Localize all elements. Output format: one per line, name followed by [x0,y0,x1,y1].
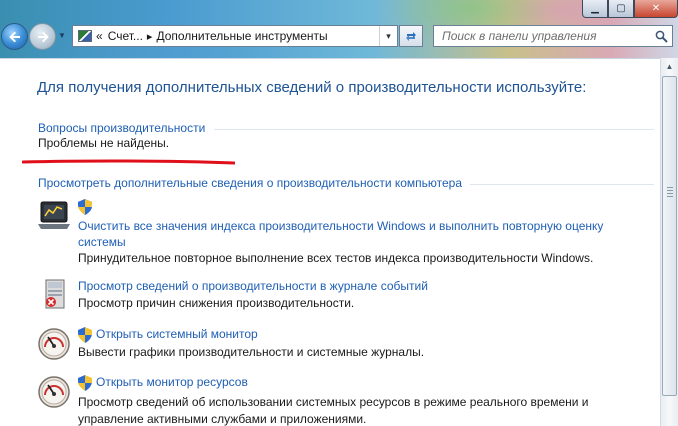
address-dropdown-button[interactable]: ▾ [379,26,397,46]
performance-monitor-description: Вывести графики производительности и сис… [78,345,425,359]
performance-monitor-link[interactable]: Открыть системный монитор [96,327,258,342]
chevron-down-icon: ▾ [386,30,391,41]
performance-issues-status: Проблемы не найдены. [38,136,170,150]
window-controls: ▁ ▢ ✕ [582,0,678,18]
event-log-icon [45,279,65,309]
performance-issues-link[interactable]: Вопросы производительности [38,121,205,135]
scroll-grip-icon [667,187,673,199]
resource-gauge-icon [38,376,70,408]
refresh-icon [406,32,416,41]
content-pane: Для получения дополнительных сведений о … [0,58,660,426]
resource-monitor-description-line-1: Просмотр сведений об использовании систе… [78,395,589,409]
uac-shield-icon [78,327,92,343]
search-input[interactable] [434,29,650,43]
reset-wei-link-line-1[interactable]: Очистить все значения индекса производит… [78,219,603,234]
address-overflow[interactable]: « [96,29,103,43]
vertical-scrollbar[interactable]: ▲ [660,58,678,426]
back-button[interactable] [1,23,28,50]
address-bar[interactable]: « Счет... ▸ Дополнительные инструменты ▾ [72,25,398,47]
red-highlight-underline [22,159,235,165]
forward-arrow-icon [37,31,49,42]
scroll-up-button[interactable]: ▲ [661,58,678,75]
scroll-thumb[interactable] [662,76,677,396]
breadcrumb-separator[interactable]: ▸ [147,30,153,43]
event-log-description: Просмотр причин снижения производительно… [78,296,355,310]
control-panel-icon [78,30,92,42]
performance-gauge-icon [38,328,70,360]
section-divider [470,184,654,185]
event-log-link[interactable]: Просмотр сведений о производительности в… [78,279,428,294]
page-title: Для получения дополнительных сведений о … [37,79,587,96]
minimize-button[interactable]: ▁ [582,0,608,18]
refresh-button[interactable] [399,25,423,47]
breadcrumb-item-1[interactable]: Счет... [108,29,143,43]
breadcrumb-item-2[interactable]: Дополнительные инструменты [156,29,327,43]
forward-button[interactable] [29,23,56,50]
search-box[interactable] [433,25,673,47]
resource-monitor-description-line-2: управление активными службами и приложен… [78,412,367,426]
reset-wei-description: Принудительное повторное выполнение всех… [78,251,594,265]
section-divider [214,129,654,130]
uac-shield-icon [78,199,92,215]
reset-wei-link-line-2[interactable]: системы [78,235,126,250]
search-icon[interactable] [650,30,672,43]
back-arrow-icon [8,31,20,42]
close-button[interactable]: ✕ [634,0,678,18]
maximize-button[interactable]: ▢ [608,0,634,18]
performance-chart-icon [38,201,70,229]
more-performance-details-link[interactable]: Просмотреть дополнительные сведения о пр… [38,176,462,190]
resource-monitor-link[interactable]: Открыть монитор ресурсов [96,375,248,390]
recent-pages-dropdown[interactable]: ▼ [58,31,66,40]
uac-shield-icon [78,375,92,391]
